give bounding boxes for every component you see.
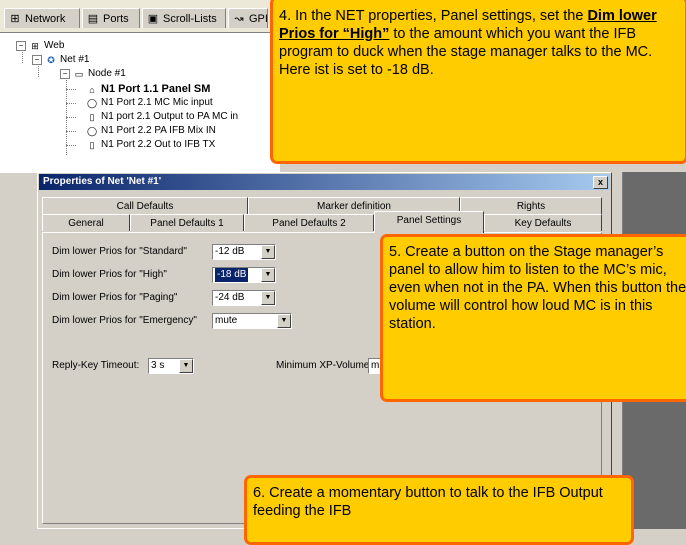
tree-item-port[interactable]: ◯ N1 Port 2.2 PA IFB Mix IN	[86, 124, 216, 138]
tab-call-defaults[interactable]: Call Defaults	[42, 197, 248, 214]
chevron-down-icon[interactable]: ▼	[261, 268, 275, 282]
chevron-down-icon[interactable]: ▼	[261, 291, 275, 305]
chevron-down-icon[interactable]: ▼	[179, 359, 193, 373]
reply-key-select[interactable]: 3 s ▼	[148, 358, 194, 374]
panel-icon: ⌂	[89, 85, 95, 95]
dim-standard-label: Dim lower Prios for "Standard"	[52, 246, 187, 257]
tab-gpi[interactable]: ↝ GPI	[228, 8, 268, 28]
dim-emergency-label: Dim lower Prios for "Emergency"	[52, 315, 197, 326]
tab-network[interactable]: ⊞ Network	[4, 8, 80, 28]
output-port-icon: ▯	[89, 112, 95, 122]
network-icon: ⊞	[10, 13, 20, 25]
dim-high-label: Dim lower Prios for "High"	[52, 269, 167, 280]
collapse-icon[interactable]: −	[60, 69, 70, 79]
web-icon: ⊞	[31, 41, 39, 51]
node-icon: ▭	[74, 69, 84, 79]
dialog-title: Properties of Net 'Net #1'	[43, 176, 162, 187]
chevron-down-icon[interactable]: ▼	[277, 314, 291, 328]
tree-item-port[interactable]: ◯ N1 Port 2.1 MC Mic input	[86, 96, 213, 110]
collapse-icon[interactable]: −	[32, 55, 42, 65]
tree-item-port[interactable]: ▯ N1 Port 2.2 Out to IFB TX	[86, 138, 216, 152]
tree-item-node[interactable]: − ▭ Node #1	[60, 67, 126, 81]
input-port-icon: ◯	[86, 126, 98, 136]
dim-paging-select[interactable]: -24 dB ▼	[212, 290, 276, 306]
tab-scroll-lists[interactable]: ▣ Scroll-Lists	[142, 8, 226, 28]
tab-general[interactable]: General	[42, 214, 130, 231]
tab-panel-settings[interactable]: Panel Settings	[374, 211, 484, 233]
net-icon: ✪	[47, 55, 55, 65]
tab-panel-defaults-2[interactable]: Panel Defaults 2	[244, 214, 374, 231]
collapse-icon[interactable]: −	[16, 41, 26, 51]
tab-key-defaults[interactable]: Key Defaults	[484, 214, 602, 231]
close-button[interactable]: x	[593, 176, 608, 189]
dim-paging-label: Dim lower Prios for "Paging"	[52, 292, 178, 303]
reply-key-label: Reply-Key Timeout:	[52, 360, 140, 371]
network-tree: − ⊞ Web − ✪ Net #1 − ▭ Node #1 ⌂ N1 Port 1.1 Pa…	[0, 32, 280, 173]
tab-panel-defaults-1[interactable]: Panel Defaults 1	[130, 214, 244, 231]
tree-item-port[interactable]: ⌂ N1 Port 1.1 Panel SM	[86, 82, 210, 96]
dim-emergency-select[interactable]: mute ▼	[212, 313, 292, 329]
output-port-icon: ▯	[89, 140, 95, 150]
dialog-title-bar: Properties of Net 'Net #1' x	[39, 174, 610, 190]
gpi-icon: ↝	[234, 13, 244, 25]
input-port-icon: ◯	[86, 98, 98, 108]
dim-high-select[interactable]: -18 dB ▼	[212, 267, 276, 283]
ports-icon: ▤	[87, 13, 99, 25]
callout-step-5: 5. Create a button on the Stage manager’…	[380, 234, 686, 402]
tree-item-port[interactable]: ▯ N1 port 2.1 Output to PA MC in	[86, 110, 239, 124]
tab-ports[interactable]: ▤ Ports	[82, 8, 140, 28]
callout-step-4: 4. In the NET properties, Panel settings…	[270, 0, 686, 164]
tree-item-web[interactable]: − ⊞ Web	[16, 39, 64, 53]
dim-standard-select[interactable]: -12 dB ▼	[212, 244, 276, 260]
chevron-down-icon[interactable]: ▼	[261, 245, 275, 259]
callout-step-6: 6. Create a momentary button to talk to …	[244, 475, 634, 545]
scroll-lists-icon: ▣	[147, 13, 159, 25]
min-xp-volume-label: Minimum XP-Volume:	[276, 360, 373, 371]
tree-item-net[interactable]: − ✪ Net #1	[32, 53, 90, 67]
